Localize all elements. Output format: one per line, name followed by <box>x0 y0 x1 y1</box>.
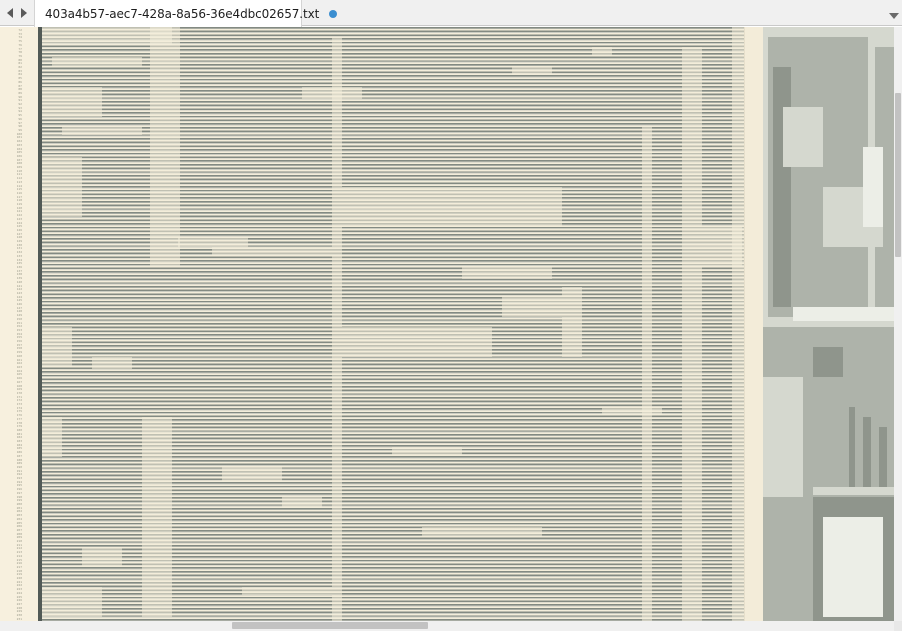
chevron-down-icon <box>889 13 899 19</box>
minimap-region <box>849 407 855 487</box>
line-number-gutter: 72 73 74 75 76 77 78 79 80 81 82 83 84 8… <box>0 27 42 621</box>
whitespace-region <box>150 27 180 267</box>
whitespace-region <box>42 587 102 617</box>
tab-scroll-back-button[interactable] <box>4 6 16 20</box>
whitespace-region <box>592 47 612 55</box>
unsaved-dot-icon[interactable] <box>329 9 338 18</box>
whitespace-region <box>422 527 542 537</box>
whitespace-region <box>222 467 282 481</box>
minimap-region <box>783 107 823 167</box>
horizontal-scroll-thumb[interactable] <box>232 622 428 629</box>
minimap-region <box>763 377 803 497</box>
whitespace-region <box>212 247 332 255</box>
chevron-left-icon <box>7 8 13 18</box>
whitespace-region <box>42 87 102 117</box>
whitespace-region <box>92 357 132 369</box>
chevron-right-icon <box>21 8 27 18</box>
vertical-scrollbar[interactable] <box>894 27 902 621</box>
minimap-preview <box>763 27 894 621</box>
whitespace-region <box>342 187 562 227</box>
whitespace-region <box>62 127 142 135</box>
vertical-scroll-thumb[interactable] <box>895 93 901 257</box>
whitespace-region <box>332 37 342 621</box>
whitespace-region <box>42 157 82 217</box>
whitespace-region <box>142 417 172 617</box>
whitespace-region <box>462 267 552 279</box>
whitespace-region <box>42 327 72 367</box>
whitespace-region <box>512 67 552 75</box>
whitespace-region <box>562 287 582 357</box>
whitespace-region <box>42 417 62 457</box>
whitespace-region <box>242 587 332 595</box>
minimap-region <box>879 427 887 487</box>
whitespace-region <box>642 127 652 621</box>
whitespace-region <box>392 447 462 455</box>
file-tab[interactable]: 403a4b57-aec7-428a-8a56-36e4dbc02657.txt <box>34 0 338 27</box>
tab-bar: 403a4b57-aec7-428a-8a56-36e4dbc02657.txt <box>0 0 902 27</box>
minimap-region <box>813 487 894 495</box>
minimap[interactable] <box>744 27 894 621</box>
whitespace-region <box>282 497 322 507</box>
whitespace-region <box>52 57 142 67</box>
whitespace-region <box>732 27 744 621</box>
minimap-region <box>773 67 791 307</box>
horizontal-scrollbar[interactable] <box>0 621 894 631</box>
minimap-region <box>863 417 871 487</box>
tab-title: 403a4b57-aec7-428a-8a56-36e4dbc02657.txt <box>45 6 320 21</box>
whitespace-region <box>602 407 662 415</box>
whitespace-region <box>682 47 702 621</box>
tab-list-menu-button[interactable] <box>888 7 900 19</box>
minimap-region <box>823 517 883 617</box>
minimap-region <box>793 307 894 321</box>
whitespace-region <box>178 237 248 247</box>
whitespace-region <box>342 327 492 357</box>
tab-scroll-forward-button[interactable] <box>18 6 30 20</box>
minimap-region <box>813 347 843 377</box>
scrollbar-corner <box>894 621 902 631</box>
whitespace-region <box>302 87 362 99</box>
whitespace-regions <box>42 27 744 621</box>
whitespace-region <box>82 547 122 567</box>
minimap-region <box>863 147 883 227</box>
whitespace-region <box>502 297 562 317</box>
text-content-area[interactable] <box>42 27 744 621</box>
line-numbers: 72 73 74 75 76 77 78 79 80 81 82 83 84 8… <box>16 28 22 621</box>
text-editor[interactable]: 72 73 74 75 76 77 78 79 80 81 82 83 84 8… <box>0 27 894 621</box>
